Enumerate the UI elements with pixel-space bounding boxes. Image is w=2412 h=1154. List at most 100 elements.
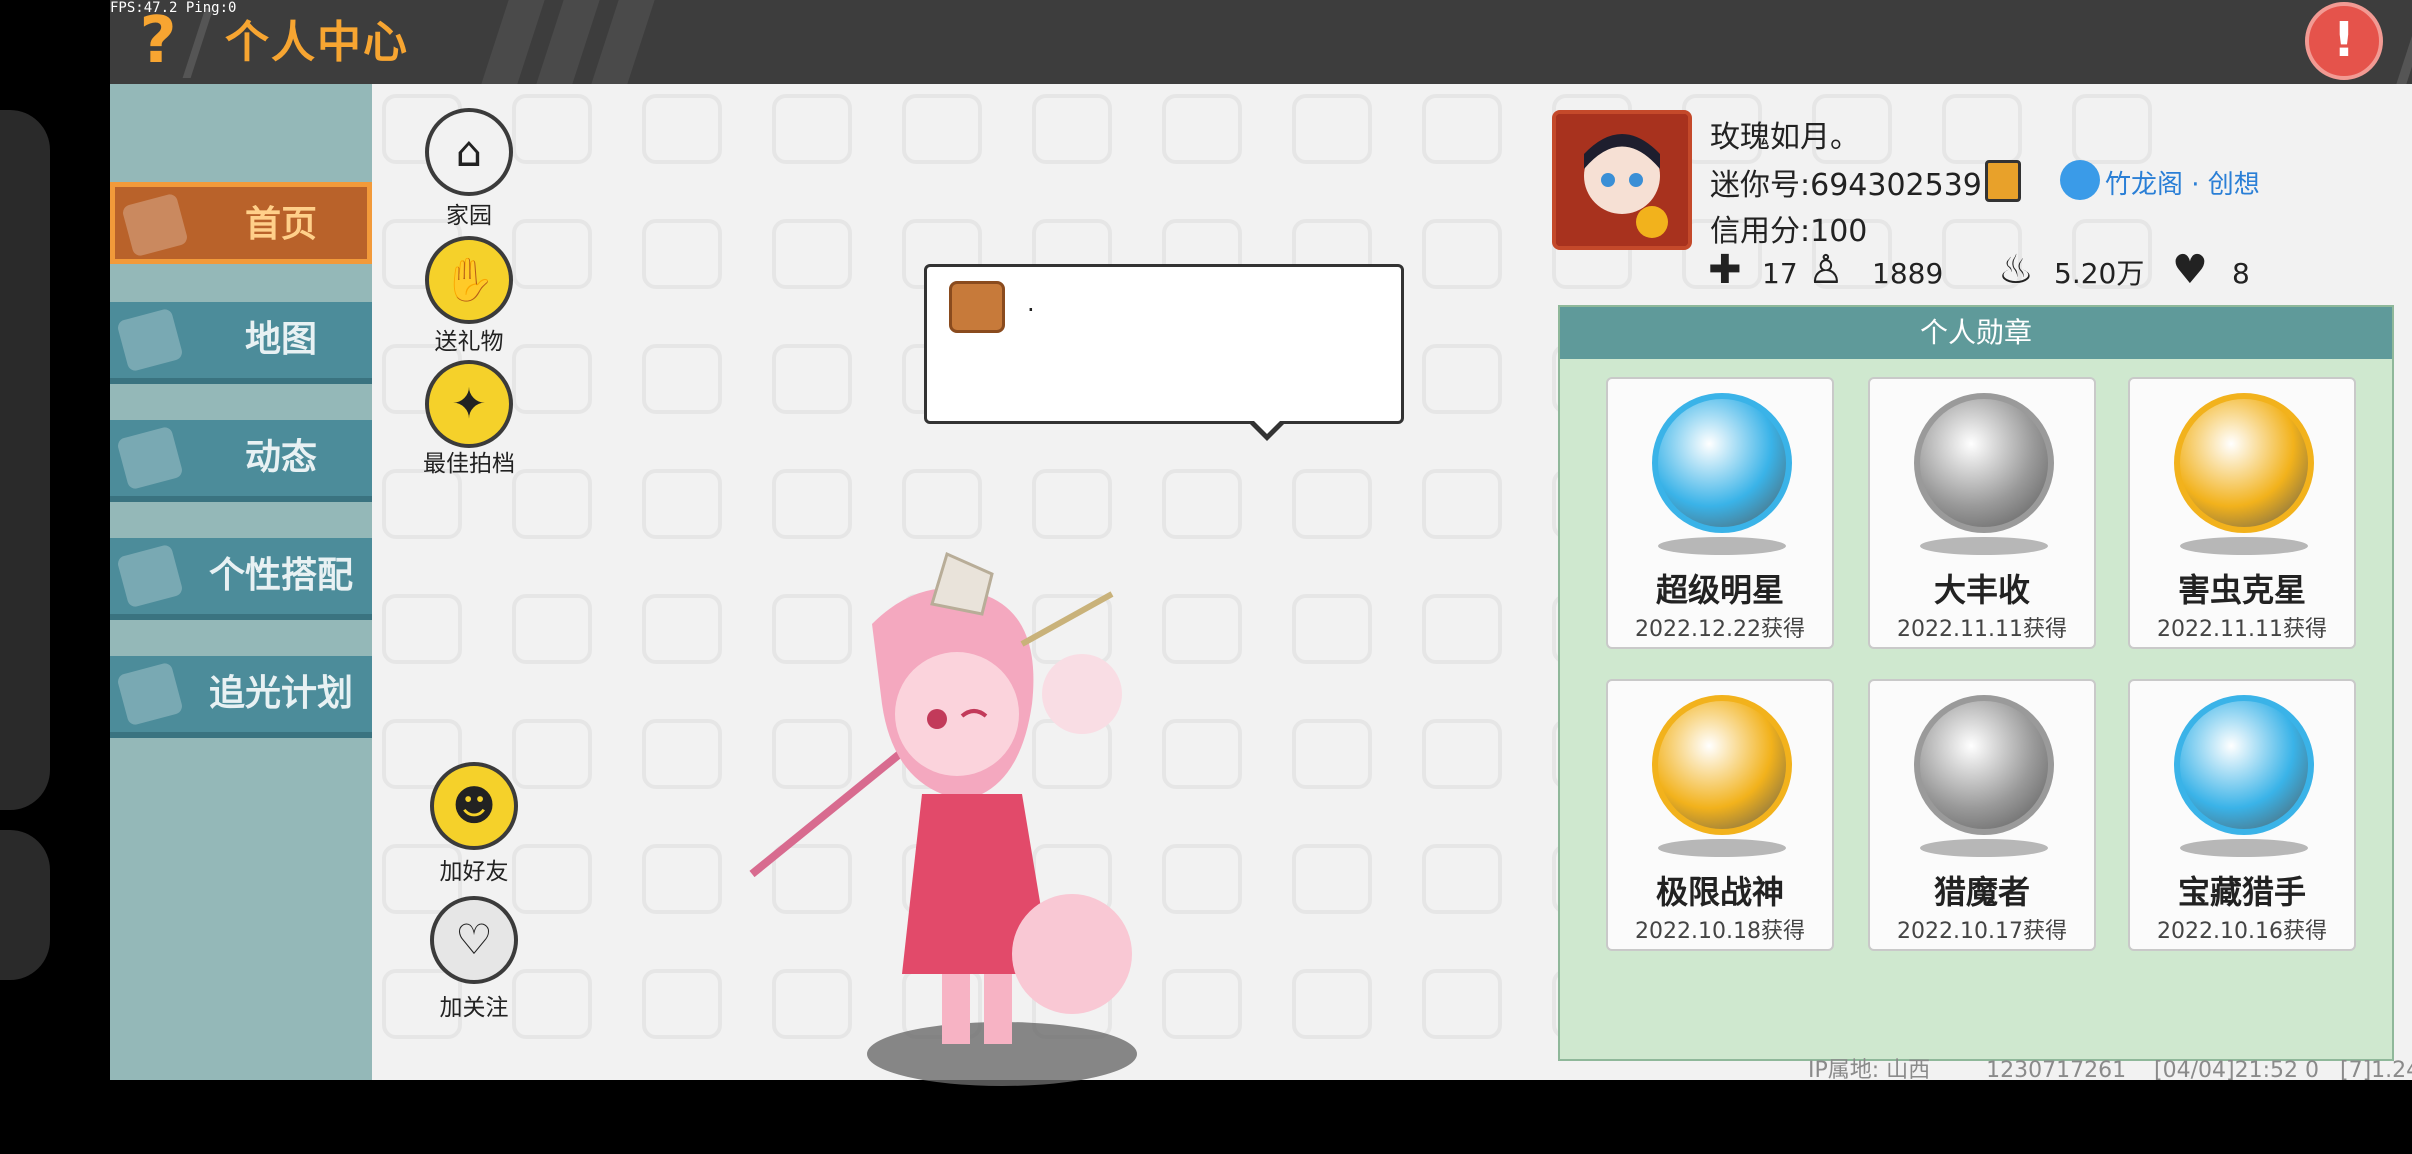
decor-stripe: [536, 0, 600, 84]
fans-icon: ♙: [1808, 247, 1844, 293]
medal-icon: [2174, 695, 2314, 835]
pattern-tile: [642, 219, 722, 289]
outfit-icon: [116, 543, 184, 609]
pattern-tile: [772, 344, 852, 414]
works-count: 17: [1762, 257, 1798, 290]
medal-icon: [2174, 393, 2314, 533]
decor-stripe: [591, 0, 655, 84]
medal-date: 2022.10.16获得: [2157, 919, 2327, 944]
bezel-curve: [0, 830, 50, 980]
sidebar-item-feed[interactable]: 动态: [110, 420, 372, 502]
device-bezel: [0, 0, 110, 1080]
medal-card[interactable]: 超级明星 2022.12.22获得: [1606, 377, 1834, 649]
medal-card[interactable]: 害虫克星 2022.11.11获得: [2128, 377, 2356, 649]
sidebar-item-outfit[interactable]: 个性搭配: [110, 538, 372, 620]
bezel-curve: [0, 110, 50, 810]
pattern-tile: [1422, 719, 1502, 789]
sidebar-item-label: 地图: [244, 319, 317, 360]
decor-stripe: [481, 0, 545, 84]
credit-score: 信用分:100: [1710, 214, 1868, 249]
medal-name: 猎魔者: [1933, 873, 2030, 911]
sidebar-item-map[interactable]: 地图: [110, 302, 372, 384]
mini-id: 迷你号:694302539: [1710, 168, 1982, 203]
team-name-link[interactable]: 竹龙阁 · 创想: [2105, 164, 2260, 201]
medal-date: 2022.11.11获得: [1897, 617, 2067, 642]
signature-bubble[interactable]: .: [924, 264, 1404, 424]
pattern-tile: [512, 469, 592, 539]
pattern-tile: [1032, 94, 1112, 164]
medal-date: 2022.10.18获得: [1635, 919, 1805, 944]
best-partner-label: 最佳拍档: [423, 451, 515, 477]
send-gift-label: 送礼物: [434, 329, 504, 355]
pattern-tile: [2072, 94, 2152, 164]
medal-card[interactable]: 猎魔者 2022.10.17获得: [1868, 679, 2096, 951]
pattern-tile: [382, 594, 462, 664]
signature-icon: [949, 281, 1005, 333]
heart-icon: ♡: [455, 915, 493, 964]
add-friend-button[interactable]: ☻: [430, 762, 518, 850]
medal-panel: 个人勋章 超级明星 2022.12.22获得 大丰收 2022.11.11获得 害虫克星…: [1558, 305, 2394, 1061]
homeland-label: 家园: [446, 203, 492, 229]
medal-panel-title: 个人勋章: [1560, 307, 2392, 359]
send-gift-button[interactable]: ✋: [425, 236, 513, 324]
pattern-tile: [1422, 219, 1502, 289]
pattern-tile: [642, 94, 722, 164]
pattern-tile: [1292, 594, 1372, 664]
sidebar-item-plan[interactable]: 追光计划: [110, 656, 372, 738]
plan-icon: [116, 661, 184, 727]
pattern-tile: [1292, 969, 1372, 1039]
pattern-tile: [1292, 94, 1372, 164]
pattern-tile: [1292, 469, 1372, 539]
report-button[interactable]: !: [2305, 2, 2383, 80]
medal-name: 害虫克星: [2177, 571, 2306, 609]
medal-shadow: [1658, 839, 1786, 857]
bubble-tail-inner: [1251, 418, 1283, 434]
character-model[interactable]: [692, 494, 1232, 1154]
follow-label: 加关注: [439, 995, 509, 1021]
medal-card[interactable]: 大丰收 2022.11.11获得: [1868, 377, 2096, 649]
pattern-tile: [772, 219, 852, 289]
map-icon: [116, 307, 184, 373]
pattern-tile: [642, 344, 722, 414]
sidebar-item-home[interactable]: 首页: [110, 182, 372, 264]
avatar[interactable]: [1552, 110, 1692, 250]
medal-card[interactable]: 宝藏猎手 2022.10.16获得: [2128, 679, 2356, 951]
fire-icon: ♨: [1998, 247, 2034, 293]
close-divider: [2396, 0, 2412, 84]
medal-shadow: [1920, 537, 2048, 555]
help-button[interactable]: ?: [128, 6, 188, 76]
sidebar-item-label: 首页: [244, 204, 317, 245]
sidebar-item-label: 个性搭配: [208, 555, 353, 596]
likes-count: 8: [2232, 257, 2250, 290]
top-bar: ? 个人中心 ! ✕: [110, 0, 2412, 84]
pattern-tile: [1292, 844, 1372, 914]
best-partner-button[interactable]: ✦: [425, 360, 513, 448]
add-user-icon: ☻: [452, 781, 496, 830]
medal-name: 宝藏猎手: [2177, 873, 2306, 911]
medal-card[interactable]: 极限战神 2022.10.18获得: [1606, 679, 1834, 951]
team-badge-icon: [2060, 160, 2100, 200]
pattern-tile: [1422, 94, 1502, 164]
pattern-tile: [512, 594, 592, 664]
sidebar-item-label: 动态: [244, 437, 317, 478]
pattern-tile: [1422, 469, 1502, 539]
likes-icon: ♥: [2172, 247, 2208, 293]
pattern-tile: [1422, 969, 1502, 1039]
follow-button[interactable]: ♡: [430, 896, 518, 984]
gift-icon: ✋: [442, 255, 496, 304]
pattern-tile: [1422, 844, 1502, 914]
signature-text: .: [1027, 289, 1035, 317]
popularity-count: 5.20万: [2054, 257, 2145, 290]
footer-info: IP属地: 山西 1230717261 [04/04]21:52 0 [7]1.…: [1808, 1058, 2412, 1083]
sidebar-item-label: 追光计划: [208, 673, 353, 714]
medal-name: 极限战神: [1655, 873, 1784, 911]
fans-count: 1889: [1872, 257, 1944, 290]
pattern-tile: [512, 719, 592, 789]
house-icon: ⌂: [455, 127, 483, 176]
homeland-button[interactable]: ⌂: [425, 108, 513, 196]
pattern-tile: [1162, 94, 1242, 164]
handshake-icon: ✦: [451, 379, 487, 428]
medal-date: 2022.12.22获得: [1635, 617, 1805, 642]
copy-id-icon[interactable]: [1985, 160, 2021, 202]
avatar-portrait: [1556, 114, 1688, 246]
